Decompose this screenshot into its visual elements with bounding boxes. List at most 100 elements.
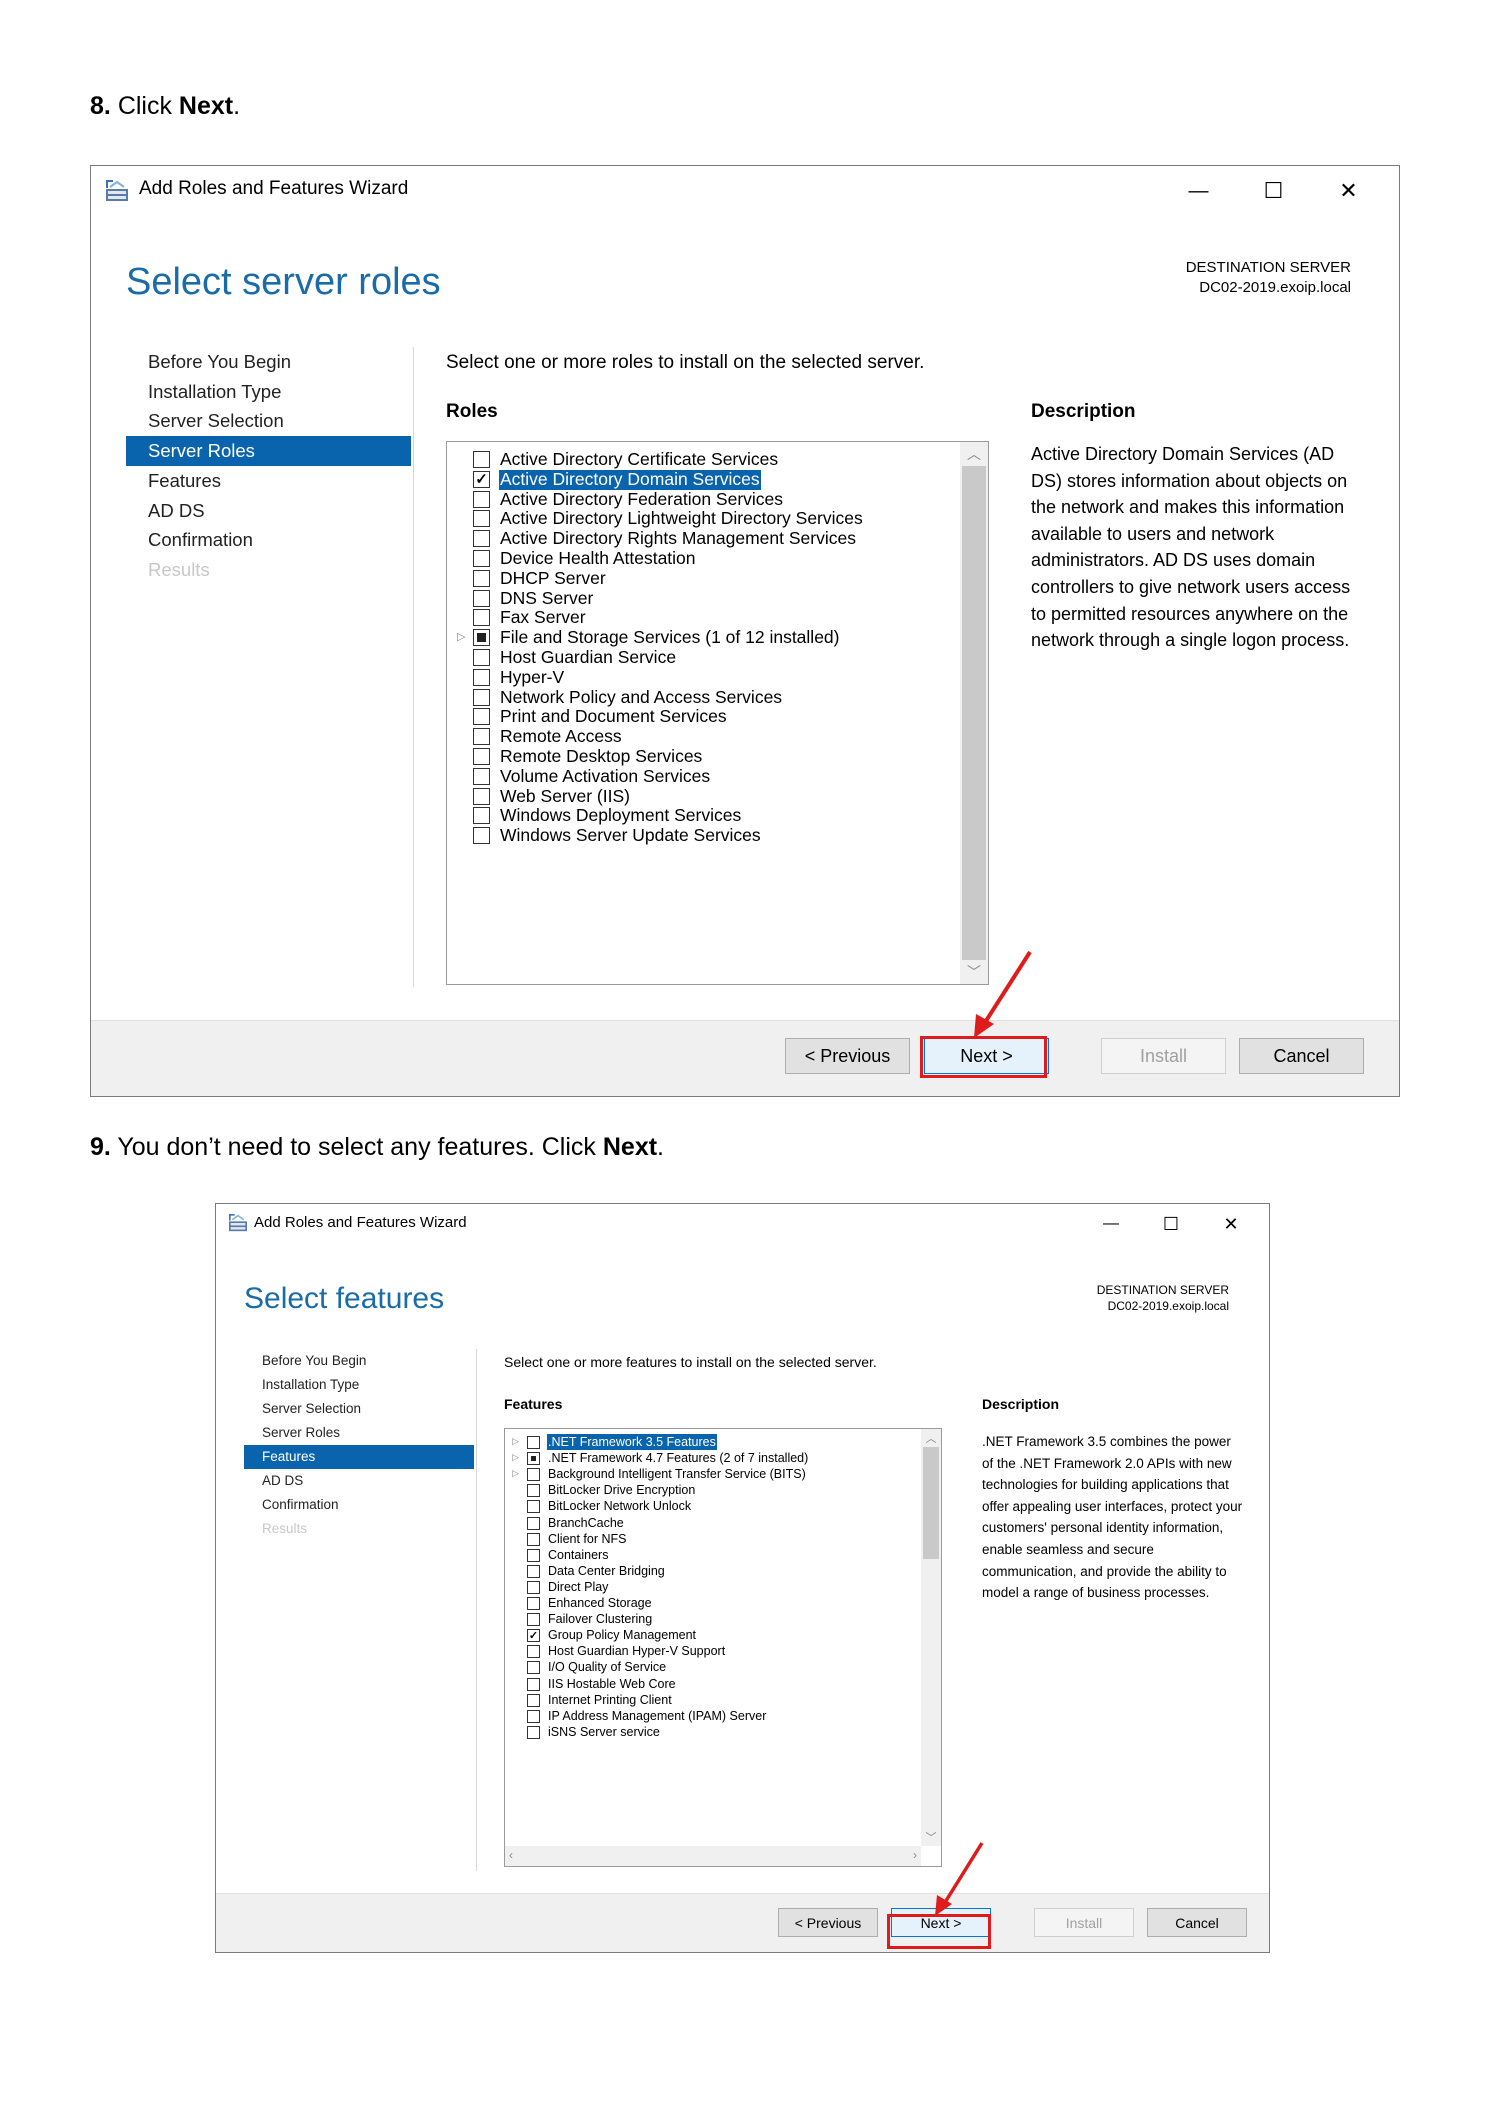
checkbox[interactable] — [473, 827, 490, 845]
list-item[interactable]: DHCP Server — [447, 568, 988, 589]
checkbox[interactable] — [527, 1725, 540, 1739]
checkbox[interactable] — [527, 1677, 540, 1691]
scroll-right-icon[interactable]: › — [913, 1848, 917, 1862]
previous-button[interactable]: < Previous — [778, 1908, 878, 1937]
checkbox[interactable] — [473, 490, 490, 508]
checkbox[interactable] — [527, 1436, 540, 1449]
checkbox[interactable] — [473, 550, 490, 567]
checkbox[interactable] — [527, 1661, 540, 1675]
list-item[interactable]: Fax Server — [447, 608, 988, 628]
checkbox[interactable] — [473, 807, 490, 825]
list-item[interactable]: Active Directory Lightweight Directory S… — [447, 509, 988, 529]
scroll-left-icon[interactable]: ‹ — [509, 1848, 513, 1862]
list-item[interactable]: Enhanced Storage — [505, 1595, 941, 1611]
list-item[interactable]: iSNS Server service — [505, 1724, 941, 1740]
checkbox[interactable] — [473, 649, 490, 666]
checkbox[interactable] — [473, 510, 490, 528]
nav-item-before-you-begin[interactable]: Before You Begin — [126, 347, 411, 377]
checkbox[interactable] — [527, 1709, 540, 1723]
list-item[interactable]: Device Health Attestation — [447, 548, 988, 569]
checkbox[interactable] — [473, 767, 490, 785]
features-list[interactable]: ︿ ﹀ ‹ › ▷ .NET Framework 3.5 Features ▷ .NE… — [504, 1428, 942, 1867]
list-item[interactable]: ▷ .NET Framework 4.7 Features (2 of 7 ins… — [505, 1450, 941, 1466]
list-item[interactable]: BranchCache — [505, 1515, 941, 1531]
nav-item-installation-type[interactable]: Installation Type — [244, 1373, 474, 1397]
list-item[interactable]: Active Directory Certificate Services — [447, 449, 988, 470]
list-item[interactable]: Data Center Bridging — [505, 1563, 941, 1579]
horizontal-scrollbar[interactable]: ‹ › — [505, 1846, 921, 1866]
checkbox[interactable] — [527, 1597, 540, 1610]
nav-item-ad-ds[interactable]: AD DS — [126, 496, 411, 526]
list-item[interactable]: ▷ Background Intelligent Transfer Service… — [505, 1466, 941, 1482]
checkbox[interactable] — [473, 451, 490, 468]
scroll-down-icon[interactable]: ﹀ — [960, 962, 988, 982]
list-item[interactable]: Host Guardian Service — [447, 647, 988, 668]
list-item[interactable]: BitLocker Drive Encryption — [505, 1482, 941, 1498]
minimize-button[interactable]: — — [1081, 1204, 1141, 1244]
previous-button[interactable]: < Previous — [785, 1038, 910, 1074]
list-item[interactable]: Remote Access — [447, 726, 988, 747]
checkbox[interactable] — [473, 609, 490, 627]
checkbox[interactable] — [527, 1532, 540, 1546]
expand-arrow-icon[interactable]: ▷ — [512, 1468, 519, 1479]
checkbox[interactable] — [473, 728, 490, 746]
list-item[interactable]: Volume Activation Services — [447, 766, 988, 787]
nav-item-features[interactable]: Features — [244, 1445, 474, 1469]
list-item[interactable]: IIS Hostable Web Core — [505, 1676, 941, 1692]
checkbox[interactable] — [527, 1484, 540, 1498]
nav-item-ad-ds[interactable]: AD DS — [244, 1469, 474, 1493]
checkbox[interactable] — [473, 787, 490, 805]
checkbox[interactable] — [473, 629, 490, 647]
list-item[interactable]: Hyper-V — [447, 667, 988, 688]
list-item[interactable]: DNS Server — [447, 588, 988, 609]
list-item[interactable]: Active Directory Domain Services — [447, 469, 988, 490]
nav-item-features[interactable]: Features — [126, 466, 411, 496]
nav-item-before-you-begin[interactable]: Before You Begin — [244, 1349, 474, 1373]
roles-list[interactable]: ︿ ﹀ Active Directory Certificate Service… — [446, 441, 989, 985]
expand-arrow-icon[interactable]: ▷ — [512, 1436, 519, 1447]
checkbox[interactable] — [473, 688, 490, 706]
nav-item-server-selection[interactable]: Server Selection — [126, 406, 411, 436]
scroll-down-icon[interactable]: ﹀ — [921, 1829, 941, 1845]
checkbox[interactable] — [527, 1468, 540, 1482]
maximize-button[interactable]: ☐ — [1141, 1204, 1201, 1244]
checkbox[interactable] — [473, 668, 490, 686]
list-item[interactable]: Direct Play — [505, 1579, 941, 1595]
list-item[interactable]: Containers — [505, 1547, 941, 1563]
list-item[interactable]: BitLocker Network Unlock — [505, 1498, 941, 1514]
close-button[interactable]: ✕ — [1311, 166, 1386, 216]
checkbox[interactable] — [527, 1580, 540, 1594]
checkbox[interactable] — [473, 589, 490, 607]
nav-item-server-roles[interactable]: Server Roles — [126, 436, 411, 466]
list-item[interactable]: Group Policy Management — [505, 1627, 941, 1643]
list-item[interactable]: Remote Desktop Services — [447, 746, 988, 767]
checkbox[interactable] — [527, 1645, 540, 1659]
checkbox[interactable] — [527, 1452, 540, 1466]
list-item[interactable]: ▷ File and Storage Services (1 of 12 inst… — [447, 627, 988, 648]
list-item[interactable]: Windows Server Update Services — [447, 825, 988, 846]
list-item[interactable]: Active Directory Federation Services — [447, 489, 988, 510]
checkbox[interactable] — [527, 1629, 540, 1643]
nav-item-confirmation[interactable]: Confirmation — [244, 1493, 474, 1517]
list-item[interactable]: Network Policy and Access Services — [447, 687, 988, 708]
list-item[interactable]: Client for NFS — [505, 1531, 941, 1547]
nav-item-server-roles[interactable]: Server Roles — [244, 1421, 474, 1445]
checkbox[interactable] — [527, 1516, 540, 1530]
maximize-button[interactable]: ☐ — [1236, 166, 1311, 216]
list-item[interactable]: Web Server (IIS) — [447, 786, 988, 807]
next-button[interactable]: Next > — [891, 1908, 991, 1937]
checkbox[interactable] — [527, 1500, 540, 1514]
checkbox[interactable] — [527, 1693, 540, 1707]
checkbox[interactable] — [473, 569, 490, 587]
nav-item-confirmation[interactable]: Confirmation — [126, 525, 411, 555]
list-item[interactable]: Failover Clustering — [505, 1611, 941, 1627]
list-item[interactable]: ▷ .NET Framework 3.5 Features — [505, 1434, 941, 1451]
expand-arrow-icon[interactable]: ▷ — [457, 630, 465, 643]
list-item[interactable]: Host Guardian Hyper-V Support — [505, 1643, 941, 1659]
checkbox[interactable] — [473, 470, 490, 488]
checkbox[interactable] — [473, 748, 490, 765]
next-button[interactable]: Next > — [924, 1038, 1049, 1074]
list-item[interactable]: Internet Printing Client — [505, 1692, 941, 1708]
close-button[interactable]: ✕ — [1201, 1204, 1261, 1244]
list-item[interactable]: Print and Document Services — [447, 707, 988, 727]
